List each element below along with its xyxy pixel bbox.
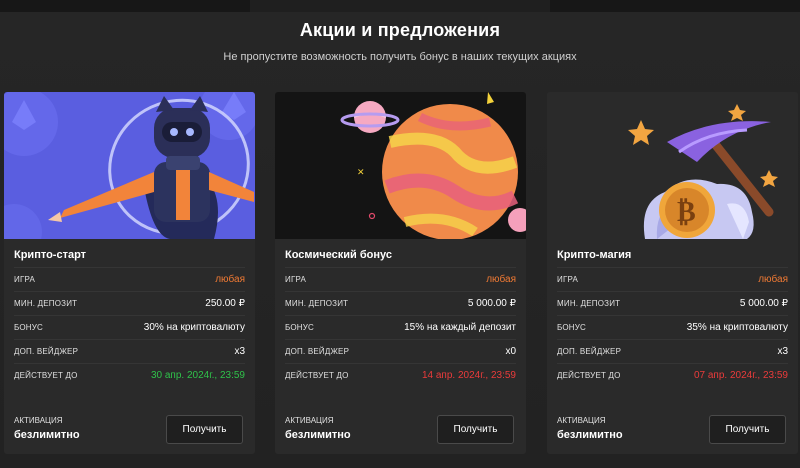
activation-label: АКТИВАЦИЯ	[557, 416, 606, 425]
card-details: ИГРА любая МИН. ДЕПОЗИТ 5 000.00 ₽ БОНУС…	[557, 267, 788, 387]
activation-value: безлимитно	[285, 429, 351, 441]
detail-label: МИН. ДЕПОЗИТ	[14, 299, 78, 308]
detail-label: ДЕЙСТВУЕТ ДО	[285, 371, 349, 380]
detail-row-bonus: БОНУС 35% на криптовалюту	[557, 315, 788, 339]
detail-label: ИГРА	[14, 275, 36, 284]
detail-label: БОНУС	[557, 323, 587, 332]
activation-block: АКТИВАЦИЯ безлимитно	[14, 416, 80, 441]
detail-row-min-deposit: МИН. ДЕПОЗИТ 250.00 ₽	[14, 291, 245, 315]
detail-label: МИН. ДЕПОЗИТ	[285, 299, 349, 308]
activation-label: АКТИВАЦИЯ	[285, 416, 334, 425]
promotions-header: Акции и предложения Не пропустите возмож…	[0, 20, 800, 63]
activation-label: АКТИВАЦИЯ	[14, 416, 63, 425]
detail-value: любая	[215, 274, 245, 285]
card-details: ИГРА любая МИН. ДЕПОЗИТ 5 000.00 ₽ БОНУС…	[285, 267, 516, 387]
detail-label: БОНУС	[14, 323, 44, 332]
detail-label: ИГРА	[557, 275, 579, 284]
detail-row-bonus: БОНУС 30% на криптовалюту	[14, 315, 245, 339]
detail-row-bonus: БОНУС 15% на каждый депозит	[285, 315, 516, 339]
svg-text:₿: ₿	[677, 195, 696, 228]
detail-value: 5 000.00 ₽	[739, 298, 788, 309]
page-subtitle: Не пропустите возможность получить бонус…	[223, 51, 577, 63]
get-bonus-button[interactable]: Получить	[166, 415, 243, 444]
promo-card-crypto-magic: ₿ Крипто-магия ИГРА любая МИН. ДЕПОЗИТ 5…	[547, 92, 798, 454]
card-title: Крипто-старт	[14, 249, 87, 261]
get-bonus-button[interactable]: Получить	[709, 415, 786, 444]
detail-value-date: 30 апр. 2024г., 23:59	[150, 370, 245, 381]
card-details: ИГРА любая МИН. ДЕПОЗИТ 250.00 ₽ БОНУС 3…	[14, 267, 245, 387]
detail-label: БОНУС	[285, 323, 315, 332]
detail-label: МИН. ДЕПОЗИТ	[557, 299, 621, 308]
detail-row-wager: ДОП. ВЕЙДЖЕР x0	[285, 339, 516, 363]
activation-value: безлимитно	[14, 429, 80, 441]
activation-block: АКТИВАЦИЯ безлимитно	[557, 416, 623, 441]
detail-row-game: ИГРА любая	[285, 267, 516, 291]
detail-row-wager: ДОП. ВЕЙДЖЕР x3	[557, 339, 788, 363]
page-title: Акции и предложения	[299, 20, 501, 40]
get-bonus-button[interactable]: Получить	[437, 415, 514, 444]
activation-value: безлимитно	[557, 429, 623, 441]
detail-label: ДЕЙСТВУЕТ ДО	[557, 371, 621, 380]
activation-block: АКТИВАЦИЯ безлимитно	[285, 416, 351, 441]
detail-row-min-deposit: МИН. ДЕПОЗИТ 5 000.00 ₽	[285, 291, 516, 315]
detail-label: ИГРА	[285, 275, 307, 284]
detail-label: ДОП. ВЕЙДЖЕР	[285, 347, 350, 356]
card-title: Космический бонус	[285, 249, 392, 261]
detail-value: любая	[486, 274, 516, 285]
detail-row-min-deposit: МИН. ДЕПОЗИТ 5 000.00 ₽	[557, 291, 788, 315]
detail-row-game: ИГРА любая	[14, 267, 245, 291]
detail-label: ДЕЙСТВУЕТ ДО	[14, 371, 78, 380]
detail-value: 35% на криптовалюту	[686, 322, 788, 333]
detail-row-wager: ДОП. ВЕЙДЖЕР x3	[14, 339, 245, 363]
detail-value: 30% на криптовалюту	[143, 322, 245, 333]
card-title: Крипто-магия	[557, 249, 632, 261]
detail-value: x0	[505, 346, 516, 357]
detail-row-valid-until: ДЕЙСТВУЕТ ДО 14 апр. 2024г., 23:59	[285, 363, 516, 387]
top-strip	[0, 0, 800, 12]
svg-text:✕: ✕	[357, 168, 365, 178]
detail-value: любая	[758, 274, 788, 285]
promo-card-crypto-start: Крипто-старт ИГРА любая МИН. ДЕПОЗИТ 250…	[4, 92, 255, 454]
detail-value-date: 07 апр. 2024г., 23:59	[693, 370, 788, 381]
detail-row-valid-until: ДЕЙСТВУЕТ ДО 07 апр. 2024г., 23:59	[557, 363, 788, 387]
detail-label: ДОП. ВЕЙДЖЕР	[14, 347, 79, 356]
detail-value: x3	[777, 346, 788, 357]
bitcoin-pickaxe-illustration: ₿	[547, 92, 798, 239]
crypto-robot-illustration	[4, 92, 255, 239]
detail-value-date: 14 апр. 2024г., 23:59	[421, 370, 516, 381]
detail-row-valid-until: ДЕЙСТВУЕТ ДО 30 апр. 2024г., 23:59	[14, 363, 245, 387]
promo-card-space-bonus: ✕ Космический бонус ИГРА любая МИН. ДЕПО…	[275, 92, 526, 454]
detail-value: 250.00 ₽	[205, 298, 245, 309]
detail-row-game: ИГРА любая	[557, 267, 788, 291]
detail-value: x3	[234, 346, 245, 357]
detail-value: 5 000.00 ₽	[467, 298, 516, 309]
detail-label: ДОП. ВЕЙДЖЕР	[557, 347, 622, 356]
space-planet-illustration: ✕	[275, 92, 526, 239]
detail-value: 15% на каждый депозит	[404, 322, 516, 333]
